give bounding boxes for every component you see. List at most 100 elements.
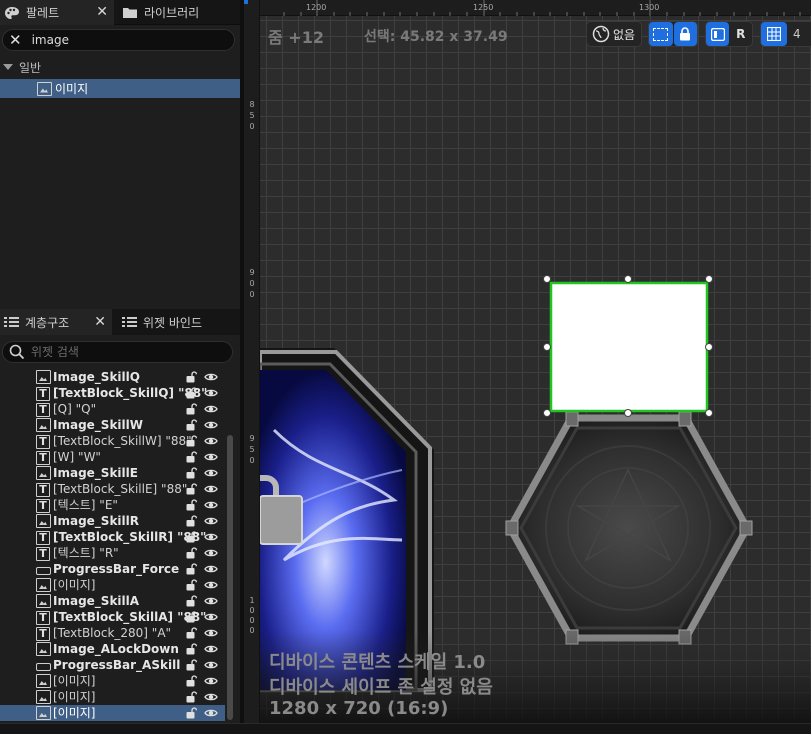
unlock-icon[interactable] xyxy=(186,691,198,703)
unlock-icon[interactable] xyxy=(186,707,198,719)
list-icon xyxy=(4,317,19,327)
hierarchy-row[interactable]: ProgressBar_ASkill xyxy=(0,657,225,673)
eye-icon[interactable] xyxy=(204,547,218,559)
unlock-icon[interactable] xyxy=(186,547,198,559)
r-toggle[interactable]: R xyxy=(729,22,752,46)
tab-library[interactable]: 라이브러리 xyxy=(118,0,240,25)
eye-icon[interactable] xyxy=(204,387,218,399)
palette-category[interactable]: 일반 xyxy=(0,57,240,77)
eye-icon[interactable] xyxy=(204,499,218,511)
hierarchy-row-label: [텍스트] "R" xyxy=(53,546,119,560)
tab-binding[interactable]: 위젯 바인드 xyxy=(118,309,240,335)
eye-icon[interactable] xyxy=(204,675,218,687)
text-icon: T xyxy=(36,498,50,513)
tab-palette[interactable]: 팔레트 ✕ xyxy=(0,0,114,25)
eye-icon[interactable] xyxy=(204,467,218,479)
widget-search-input[interactable] xyxy=(31,345,191,359)
hierarchy-row[interactable]: Image_SkillQ xyxy=(0,369,225,385)
hierarchy-row[interactable]: [이미지] xyxy=(0,705,225,721)
ruler-left: 8 5 0 9 0 0 9 5 0 1 0 0 0 xyxy=(244,0,260,734)
unlock-icon[interactable] xyxy=(186,595,198,607)
hierarchy-row[interactable]: T [TextBlock_280] "A" xyxy=(0,625,225,641)
eye-icon[interactable] xyxy=(204,371,218,383)
grid-icon xyxy=(767,27,781,41)
hierarchy-row[interactable]: [이미지] xyxy=(0,689,225,705)
selected-image-widget[interactable] xyxy=(543,275,713,417)
close-icon[interactable]: ✕ xyxy=(94,314,106,330)
hierarchy-row[interactable]: Image_SkillW xyxy=(0,417,225,433)
eye-icon[interactable] xyxy=(204,435,218,447)
unlock-icon[interactable] xyxy=(186,563,198,575)
eye-icon[interactable] xyxy=(204,643,218,655)
grid-snap-toggle[interactable] xyxy=(761,22,787,46)
unlock-icon[interactable] xyxy=(186,403,198,415)
unlock-icon[interactable] xyxy=(186,483,198,495)
ruler-origin-marker xyxy=(244,0,248,4)
eye-icon[interactable] xyxy=(204,627,218,639)
hierarchy-row[interactable]: T [TextBlock_SkillR] "88" xyxy=(0,529,225,545)
marquee-toggle[interactable] xyxy=(649,22,673,46)
hierarchy-row[interactable]: [이미지] xyxy=(0,577,225,593)
hierarchy-row[interactable]: T [TextBlock_SkillW] "88" xyxy=(0,433,225,449)
hierarchy-row[interactable]: T [TextBlock_SkillE] "88" xyxy=(0,481,225,497)
eye-icon[interactable] xyxy=(204,419,218,431)
eye-icon[interactable] xyxy=(204,563,218,575)
unlock-icon[interactable] xyxy=(186,675,198,687)
eye-icon[interactable] xyxy=(204,611,218,623)
palette-search-input[interactable] xyxy=(31,33,192,47)
eye-icon[interactable] xyxy=(204,515,218,527)
eye-icon[interactable] xyxy=(204,483,218,495)
eye-icon[interactable] xyxy=(204,579,218,591)
tab-hierarchy[interactable]: 계층구조 ✕ xyxy=(0,309,112,335)
unlock-icon[interactable] xyxy=(186,515,198,527)
hierarchy-row[interactable]: ProgressBar_Force xyxy=(0,561,225,577)
unlock-icon[interactable] xyxy=(186,579,198,591)
eye-icon[interactable] xyxy=(204,707,218,719)
hierarchy-row[interactable]: Image_SkillR xyxy=(0,513,225,529)
widget-search xyxy=(2,341,233,363)
hierarchy-row[interactable]: [이미지] xyxy=(0,673,225,689)
close-icon[interactable]: ✕ xyxy=(96,4,108,20)
eye-icon[interactable] xyxy=(204,403,218,415)
unlock-icon[interactable] xyxy=(186,371,198,383)
palette-item-image[interactable]: 이미지 xyxy=(0,79,240,98)
eye-icon[interactable] xyxy=(204,595,218,607)
list-icon xyxy=(122,317,137,327)
ruler-top-label: 1250 xyxy=(473,3,494,12)
unlock-icon[interactable] xyxy=(186,627,198,639)
hierarchy-row[interactable]: T [텍스트] "R" xyxy=(0,545,225,561)
eye-icon[interactable] xyxy=(204,531,218,543)
unlock-icon[interactable] xyxy=(186,643,198,655)
eye-icon[interactable] xyxy=(204,451,218,463)
unlock-icon[interactable] xyxy=(186,611,198,623)
layout-toggle[interactable] xyxy=(706,22,730,46)
hierarchy-row[interactable]: T [텍스트] "E" xyxy=(0,497,225,513)
clear-search-icon[interactable]: ✕ xyxy=(9,31,22,49)
designer-viewport[interactable]: 1200 1250 1300 8 5 0 9 0 0 9 5 0 1 0 0 0… xyxy=(244,0,811,734)
hierarchy-row[interactable]: T [TextBlock_SkillA] "88" xyxy=(0,609,225,625)
hierarchy-row[interactable]: Image_SkillE xyxy=(0,465,225,481)
grid-size-value[interactable]: 4 xyxy=(793,27,801,41)
hierarchy-row[interactable]: T [W] "W" xyxy=(0,449,225,465)
unlock-icon[interactable] xyxy=(186,435,198,447)
lock-toggle[interactable] xyxy=(673,22,697,46)
hierarchy-scrollbar[interactable] xyxy=(227,435,233,720)
unlock-icon[interactable] xyxy=(186,387,198,399)
eye-icon[interactable] xyxy=(204,691,218,703)
hierarchy-row[interactable]: Image_SkillA xyxy=(0,593,225,609)
eye-icon[interactable] xyxy=(204,659,218,671)
palette-search: ✕ xyxy=(2,29,235,51)
unlock-icon[interactable] xyxy=(186,531,198,543)
hierarchy-row[interactable]: T [TextBlock_SkillQ] "88" xyxy=(0,385,225,401)
hierarchy-row[interactable]: Image_ALockDown xyxy=(0,641,225,657)
unlock-icon[interactable] xyxy=(186,419,198,431)
unlock-icon[interactable] xyxy=(186,499,198,511)
folder-icon xyxy=(123,8,137,18)
unlock-icon[interactable] xyxy=(186,659,198,671)
unlock-icon[interactable] xyxy=(186,467,198,479)
unlock-icon[interactable] xyxy=(186,451,198,463)
hierarchy-row[interactable]: T [Q] "Q" xyxy=(0,401,225,417)
globe-toggle[interactable]: 없음 xyxy=(586,21,642,47)
text-icon: T xyxy=(36,546,50,561)
ruler-top: 1200 1250 1300 xyxy=(244,0,811,16)
